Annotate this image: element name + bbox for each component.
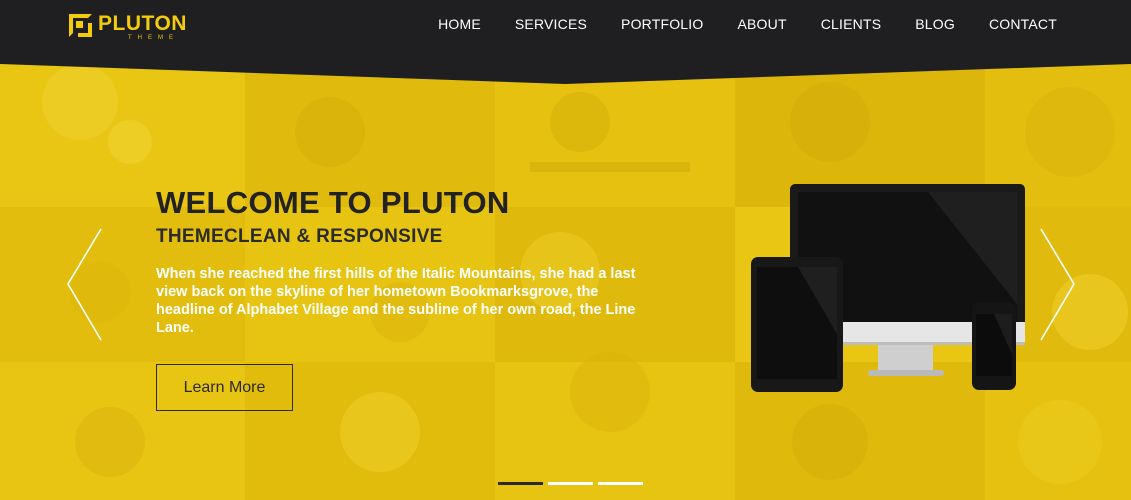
nav-contact[interactable]: CONTACT [989,16,1057,32]
chevron-left-icon[interactable] [64,227,104,342]
nav-home[interactable]: HOME [438,16,481,32]
nav-clients[interactable]: CLIENTS [821,16,882,32]
logo[interactable]: PLUTON THEME [69,13,187,43]
logo-mark-icon [69,14,92,37]
nav-about[interactable]: ABOUT [737,16,786,32]
nav-portfolio[interactable]: PORTFOLIO [621,16,703,32]
logo-subtitle: THEME [128,35,179,41]
hero-slider: WELCOME TO PLUTON THEMECLEAN & RESPONSIV… [0,62,1131,500]
hero-subtitle: THEMECLEAN & RESPONSIVE [156,226,443,247]
slide-indicator-1[interactable] [498,482,543,485]
slider-pagination [498,482,648,485]
header-chevron-shape [0,62,1131,84]
slide-indicator-2[interactable] [548,482,593,485]
hero-title: WELCOME TO PLUTON [156,185,510,220]
chevron-right-icon[interactable] [1038,227,1078,342]
learn-more-button[interactable]: Learn More [156,364,293,411]
site-header: PLUTON THEME HOME SERVICES PORTFOLIO ABO… [0,0,1131,62]
nav-services[interactable]: SERVICES [515,16,587,32]
logo-title: PLUTON [98,12,187,35]
main-nav: HOME SERVICES PORTFOLIO ABOUT CLIENTS BL… [404,16,1057,32]
devices-illustration [751,184,1025,392]
hero-description: When she reached the first hills of the … [156,266,636,336]
nav-blog[interactable]: BLOG [915,16,955,32]
slide-indicator-3[interactable] [598,482,643,485]
